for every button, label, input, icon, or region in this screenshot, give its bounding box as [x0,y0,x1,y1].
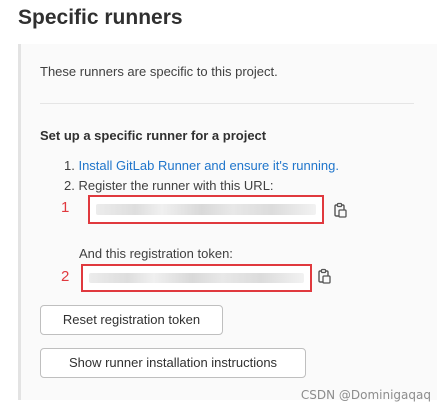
runners-panel: These runners are specific to this proje… [18,44,437,400]
step-1-number: 1. [64,158,75,173]
annotation-marker-2: 2 [61,268,70,285]
runner-url-field[interactable] [88,195,324,224]
copy-icon[interactable] [332,202,348,218]
section-title: Specific runners [18,6,183,29]
annotation-marker-1: 1 [61,199,70,216]
reset-registration-token-button[interactable]: Reset registration token [40,305,223,335]
registration-token-field[interactable] [81,264,312,292]
copy-icon[interactable] [316,268,332,284]
section-description: These runners are specific to this proje… [40,64,278,79]
watermark: CSDN @Dominigaqaq [300,388,431,402]
divider [40,103,414,104]
setup-heading: Set up a specific runner for a project [40,128,267,143]
step-1: 1. Install GitLab Runner and ensure it's… [64,158,339,173]
token-label: And this registration token: [79,246,233,261]
install-runner-link[interactable]: Install GitLab Runner and ensure it's ru… [78,158,338,173]
redacted-token [89,273,304,283]
redacted-url [96,204,316,215]
show-installation-instructions-button[interactable]: Show runner installation instructions [40,348,306,378]
step-2: 2. Register the runner with this URL: [64,178,274,193]
